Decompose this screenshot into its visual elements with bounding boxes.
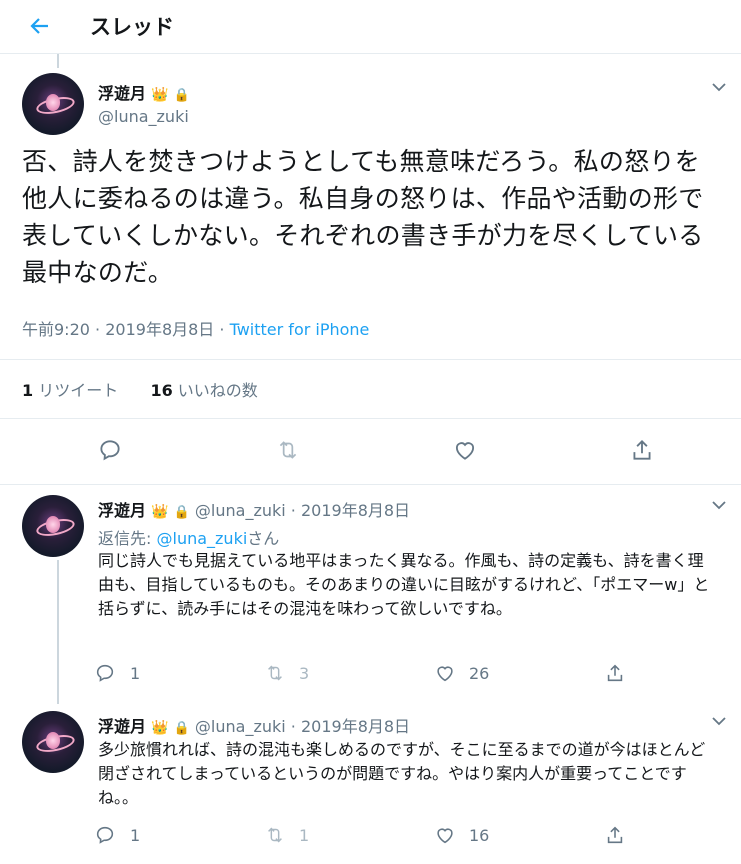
reply-header: 浮遊月 👑 🔒 @luna_zuki · 2019年8月8日 — [98, 713, 410, 737]
user-handle[interactable]: @luna_zuki — [195, 717, 286, 736]
like-label: いいねの数 — [177, 381, 258, 400]
divider — [0, 418, 741, 419]
heart-icon — [437, 666, 453, 682]
divider — [0, 484, 741, 485]
tweet-text: 否、詩人を焚きつけようとしても無意味だろう。私の怒りを他人に委ねるのは違う。私自… — [22, 147, 704, 287]
reply-button[interactable] — [92, 824, 118, 851]
retweet-count: 1 — [22, 381, 34, 400]
chevron-down-icon[interactable] — [712, 498, 726, 514]
heart-icon — [437, 828, 453, 844]
retweet-count: 3 — [299, 664, 310, 683]
reply-to-label: 返信先: — [98, 529, 152, 548]
like-stat[interactable]: 16 いいねの数 — [150, 381, 257, 400]
reply-to-suffix: さん — [247, 529, 280, 548]
share-icon — [633, 440, 651, 460]
retweet-button[interactable] — [273, 437, 303, 468]
share-icon — [607, 826, 623, 844]
lock-icon: 🔒 — [173, 505, 190, 520]
retweet-icon — [268, 827, 282, 843]
separator-dot: · — [95, 320, 101, 339]
thread-connector — [57, 54, 59, 68]
like-count: 16 — [150, 381, 173, 400]
tweet-stats: 1 リツイート 16 いいねの数 — [22, 377, 258, 401]
retweet-button[interactable] — [262, 824, 288, 851]
crown-icon: 👑 — [151, 87, 169, 103]
tweet-time: 午前9:20 — [22, 320, 90, 339]
display-name[interactable]: 浮遊月 — [98, 501, 146, 520]
heart-icon — [455, 442, 475, 460]
like-button[interactable] — [432, 662, 458, 689]
page-title: スレッド — [90, 15, 174, 39]
avatar[interactable] — [22, 711, 84, 773]
share-button[interactable] — [627, 437, 657, 468]
tweet-date[interactable]: · 2019年8月8日 — [291, 717, 410, 736]
reply-icon — [100, 440, 120, 461]
thread-header: スレッド — [0, 0, 741, 54]
thread-connector — [57, 560, 59, 704]
separator-dot: · — [219, 320, 225, 339]
reply-text: 同じ詩人でも見据えている地平はまったく異なる。作風も、詩の定義も、詩を書く理由も… — [98, 551, 710, 618]
like-count: 26 — [469, 664, 490, 683]
like-count: 16 — [469, 826, 490, 845]
reply-to-line: 返信先: @luna_zukiさん — [98, 525, 279, 549]
share-icon — [607, 664, 623, 682]
chevron-down-icon[interactable] — [712, 714, 726, 730]
retweet-label: リツイート — [38, 381, 119, 400]
reply-icon — [96, 826, 114, 844]
reply-count: 1 — [130, 826, 141, 845]
display-name[interactable]: 浮遊月 — [98, 717, 146, 736]
like-button[interactable] — [450, 437, 480, 468]
reply-header: 浮遊月 👑 🔒 @luna_zuki · 2019年8月8日 — [98, 497, 410, 521]
divider — [0, 359, 741, 360]
tweet-source-link[interactable]: Twitter for iPhone — [230, 320, 370, 339]
reply-count: 1 — [130, 664, 141, 683]
chevron-down-icon[interactable] — [712, 80, 726, 96]
share-button[interactable] — [602, 662, 628, 689]
retweet-icon — [268, 665, 282, 681]
reply-to-handle[interactable]: @luna_zuki — [157, 529, 248, 548]
reply-text: 多少旅慣れれば、詩の混沌も楽しめるのですが、そこに至るまでの道が今はほとんど閉ざ… — [98, 740, 706, 807]
crown-icon: 👑 — [151, 504, 169, 520]
display-name[interactable]: 浮遊月 — [98, 84, 146, 103]
crown-icon: 👑 — [151, 720, 169, 736]
share-button[interactable] — [602, 824, 628, 851]
arrow-left-icon — [30, 18, 48, 34]
tweet-date[interactable]: 2019年8月8日 — [105, 320, 214, 339]
avatar[interactable] — [22, 495, 84, 557]
lock-icon: 🔒 — [173, 721, 190, 736]
avatar[interactable] — [22, 73, 84, 135]
tweet-date[interactable]: · 2019年8月8日 — [291, 501, 410, 520]
reply-icon — [96, 664, 114, 682]
lock-icon: 🔒 — [173, 88, 190, 103]
back-button[interactable] — [28, 12, 56, 40]
reply-button[interactable] — [92, 662, 118, 689]
user-handle[interactable]: @luna_zuki — [98, 107, 189, 126]
reply-button[interactable] — [95, 437, 125, 468]
user-name-row: 浮遊月 👑 🔒 — [98, 80, 190, 104]
user-handle[interactable]: @luna_zuki — [195, 501, 286, 520]
retweet-stat[interactable]: 1 リツイート — [22, 381, 118, 400]
like-button[interactable] — [432, 824, 458, 851]
retweet-icon — [279, 441, 297, 459]
retweet-count: 1 — [299, 826, 310, 845]
retweet-button[interactable] — [262, 662, 288, 689]
tweet-meta: 午前9:20 · 2019年8月8日 · Twitter for iPhone — [22, 316, 369, 340]
